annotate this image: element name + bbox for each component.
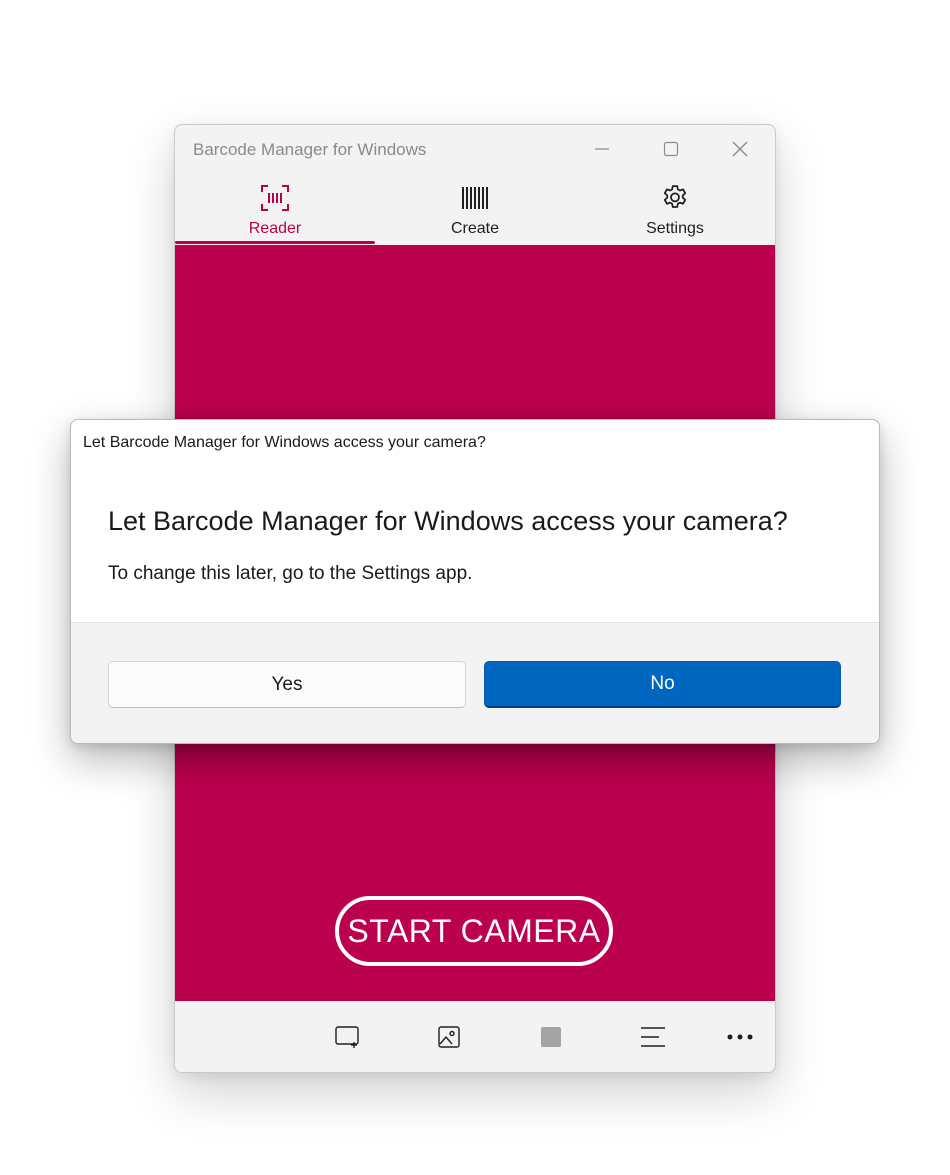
tab-settings-label: Settings [646, 220, 704, 237]
dialog-heading: Let Barcode Manager for Windows access y… [108, 506, 788, 536]
add-region-button[interactable] [326, 1017, 370, 1057]
gear-icon [659, 182, 691, 214]
add-region-icon [335, 1026, 359, 1048]
minimize-icon [595, 148, 609, 150]
tab-bar: Reader Create Settings [175, 177, 775, 245]
stop-button[interactable] [529, 1017, 573, 1057]
tab-create[interactable]: Create [375, 177, 575, 245]
barcode-icon [459, 182, 491, 214]
bottom-command-bar [175, 1001, 775, 1072]
tab-create-label: Create [450, 220, 500, 237]
history-list-button[interactable] [631, 1017, 675, 1057]
image-icon [438, 1026, 460, 1048]
close-button[interactable] [717, 133, 763, 165]
start-camera-button[interactable]: START CAMERA [335, 896, 613, 966]
screen: Barcode Manager for Windows Reader Creat… [0, 0, 950, 1175]
more-options-button[interactable] [718, 1017, 762, 1057]
active-tab-indicator [175, 241, 375, 244]
tab-reader-label: Reader [248, 220, 302, 237]
tab-reader[interactable]: Reader [175, 177, 375, 245]
barcode-scan-icon [259, 182, 291, 214]
dialog-caption: Let Barcode Manager for Windows access y… [83, 434, 486, 451]
title-bar[interactable]: Barcode Manager for Windows [175, 125, 775, 173]
close-icon [732, 141, 748, 157]
window-title: Barcode Manager for Windows [193, 140, 427, 159]
dialog-subtext: To change this later, go to the Settings… [108, 563, 473, 584]
maximize-button[interactable] [648, 133, 694, 165]
no-button[interactable]: No [484, 661, 841, 708]
more-icon [727, 1034, 753, 1040]
stop-icon [541, 1027, 561, 1047]
tab-settings[interactable]: Settings [575, 177, 775, 245]
list-icon [641, 1027, 665, 1047]
yes-button[interactable]: Yes [108, 661, 466, 708]
camera-permission-dialog: Let Barcode Manager for Windows access y… [70, 419, 880, 744]
minimize-button[interactable] [579, 133, 625, 165]
open-image-button[interactable] [427, 1017, 471, 1057]
dialog-footer: Yes No [71, 622, 879, 743]
maximize-icon [663, 141, 679, 157]
